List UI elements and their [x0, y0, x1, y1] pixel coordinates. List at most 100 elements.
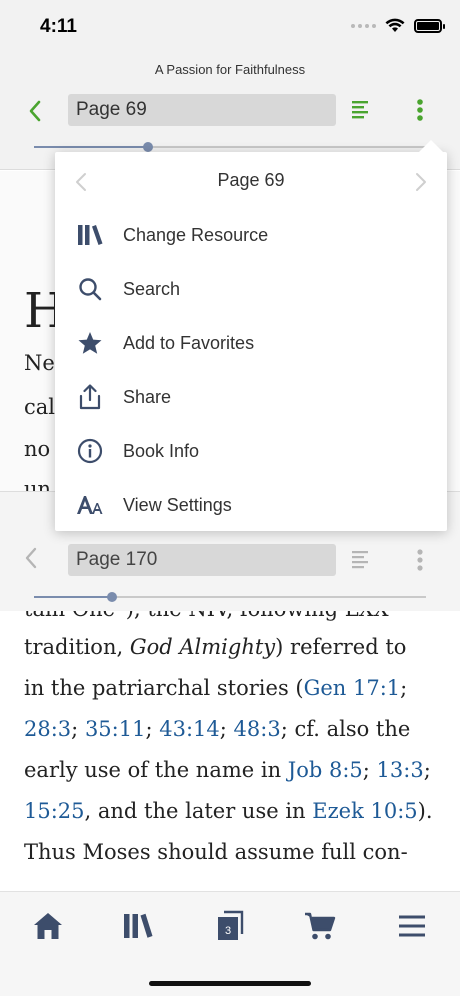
text-fragment: no — [24, 437, 51, 461]
wifi-icon — [385, 18, 405, 32]
text-run: tradition, — [24, 635, 130, 659]
text-run: ; — [145, 717, 160, 741]
tab-library[interactable] — [118, 908, 158, 944]
status-icons — [351, 18, 445, 33]
page-slider-secondary[interactable] — [34, 592, 426, 602]
scripture-link[interactable]: Ezek 10:5 — [312, 799, 417, 823]
popup-page-label: Page 69 — [217, 170, 285, 190]
text-fragment: cal — [24, 395, 55, 419]
menu-item-label: Add to Favorites — [123, 332, 255, 353]
top-nav-row: Page 69 — [0, 94, 460, 128]
tab-store[interactable] — [300, 908, 340, 944]
scripture-link[interactable]: Job 8:5 — [288, 758, 363, 782]
chevron-right-icon — [416, 173, 426, 191]
menu-item-label: View Settings — [123, 494, 232, 515]
star-icon — [55, 331, 123, 355]
page-slider-fill — [34, 596, 112, 598]
text-run: ; — [423, 758, 431, 782]
documents-badge: 3 — [225, 925, 231, 937]
text-fragment: Ne — [24, 351, 55, 375]
scripture-link[interactable]: 43:14 — [159, 717, 220, 741]
text-run: ; cf. also the — [280, 717, 411, 741]
scripture-link[interactable]: 48:3 — [234, 717, 281, 741]
search-icon — [55, 277, 123, 301]
text-line: tradition, God Almighty) referred to — [24, 627, 436, 668]
more-vertical-icon — [417, 549, 423, 571]
text-run: , and the later use in — [84, 799, 313, 823]
book-info-item[interactable]: Book Info — [55, 424, 447, 478]
cart-icon — [305, 912, 336, 940]
status-time: 4:11 — [40, 16, 77, 37]
table-of-contents-button[interactable] — [352, 100, 370, 125]
text-run: ) referred to — [275, 635, 407, 659]
tab-home[interactable] — [28, 908, 68, 944]
page-field-secondary[interactable]: Page 170 — [68, 544, 336, 576]
status-bar: 4:11 — [0, 0, 460, 56]
home-icon — [34, 913, 62, 939]
scripture-link[interactable]: 15:25 — [24, 799, 85, 823]
share-icon — [55, 384, 123, 410]
tab-documents[interactable]: 3 — [210, 908, 250, 944]
menu-icon — [399, 915, 425, 937]
book-title: A Passion for Faithfulness — [154, 62, 306, 77]
text-run: early use of the name in — [24, 758, 288, 782]
menu-item-label: Share — [123, 386, 172, 407]
page-slider-thumb[interactable] — [107, 592, 117, 602]
documents-icon: 3 — [218, 910, 244, 940]
text-fragment: un — [24, 477, 52, 491]
text-line: in the patriarchal stories (Gen 17:1; — [24, 668, 436, 709]
text-size-icon — [55, 494, 123, 516]
text-line: 28:3; 35:11; 43:14; 48:3; cf. also the — [24, 709, 436, 750]
text-line: Thus Moses should assume full con- — [24, 840, 408, 864]
italic-run: God Almighty — [129, 635, 276, 659]
tab-menu[interactable] — [392, 908, 432, 944]
text-run: ). — [417, 799, 433, 823]
bottom-reading-pane: tain One”), the NIV, following LXX tradi… — [0, 611, 460, 891]
library-icon — [55, 224, 123, 246]
popup-page-navigator: Page 69 — [55, 152, 447, 210]
more-options-button-secondary[interactable] — [416, 548, 424, 577]
text-run: in the patriarchal stories ( — [24, 676, 304, 700]
text-run: ; — [400, 676, 408, 700]
scripture-link[interactable]: 28:3 — [24, 717, 71, 741]
change-resource-item[interactable]: Change Resource — [55, 208, 447, 262]
page-slider-fill — [34, 146, 148, 148]
search-item[interactable]: Search — [55, 262, 447, 316]
add-to-favorites-item[interactable]: Add to Favorites — [55, 316, 447, 370]
text-run: ; — [219, 717, 234, 741]
chevron-left-icon — [25, 547, 37, 569]
toc-icon — [352, 101, 368, 119]
home-indicator — [149, 981, 311, 986]
text-run: ; — [71, 717, 85, 741]
reading-text: tradition, God Almighty) referred to in … — [24, 627, 436, 873]
partial-text-line: tain One”), the NIV, following LXX — [24, 611, 389, 621]
text-line: 15:25, and the later use in Ezek 10:5). — [24, 791, 436, 832]
back-button-secondary[interactable] — [24, 547, 38, 574]
page-slider-thumb[interactable] — [143, 142, 153, 152]
more-vertical-icon — [417, 99, 423, 121]
more-options-button[interactable] — [416, 98, 424, 127]
view-settings-item[interactable]: View Settings — [55, 478, 447, 532]
share-item[interactable]: Share — [55, 370, 447, 424]
signal-icon — [351, 23, 376, 28]
next-page-button[interactable] — [415, 172, 427, 197]
menu-item-label: Book Info — [123, 440, 200, 461]
menu-item-label: Change Resource — [123, 224, 269, 245]
toc-icon — [352, 551, 368, 569]
resource-options-popup: Page 69 Change Resource Search Add to Fa… — [55, 140, 447, 532]
back-button[interactable] — [22, 98, 48, 124]
chevron-left-icon — [29, 100, 41, 122]
scripture-link[interactable]: Gen 17:1 — [304, 676, 401, 700]
text-line: early use of the name in Job 8:5; 13:3; — [24, 750, 436, 791]
bottom-nav-row: Page 170 — [0, 544, 460, 576]
battery-icon — [414, 18, 445, 33]
scripture-link[interactable]: 35:11 — [85, 717, 146, 741]
scripture-link[interactable]: 13:3 — [377, 758, 424, 782]
page-field[interactable]: Page 69 — [68, 94, 336, 126]
table-of-contents-button-secondary[interactable] — [352, 550, 370, 575]
info-icon — [55, 438, 123, 464]
library-icon — [124, 913, 153, 938]
text-run: ; — [362, 758, 377, 782]
page-slider[interactable] — [34, 142, 426, 152]
menu-item-label: Search — [123, 278, 181, 299]
